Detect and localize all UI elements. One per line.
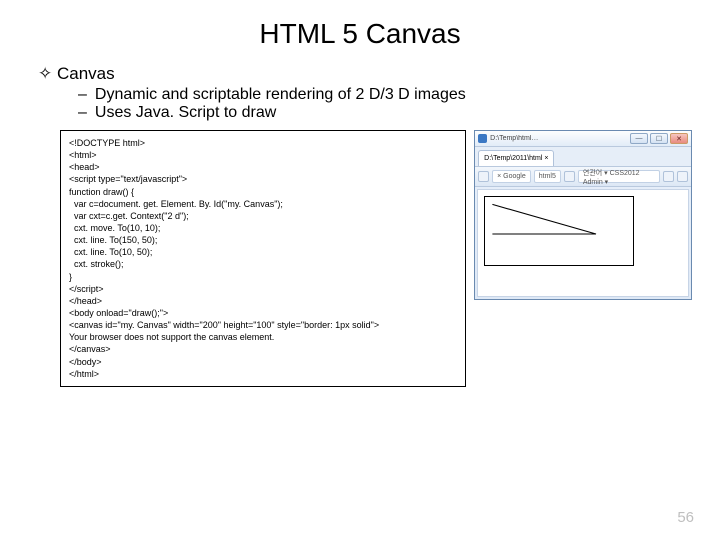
diamond-bullet-icon: ✧ (38, 64, 52, 83)
browser-window: D:\Temp\html… — ☐ ✕ D:\Temp\2011\html × … (474, 130, 692, 300)
browser-titlebar: D:\Temp\html… — ☐ ✕ (475, 131, 691, 147)
canvas-output (484, 196, 634, 266)
browser-title-path: D:\Temp\html… (490, 135, 627, 142)
dash-icon: – (78, 104, 87, 121)
code-snippet: <!DOCTYPE html> <html> <head> <script ty… (60, 130, 466, 387)
window-minimize-button[interactable]: — (630, 133, 648, 144)
slide-title: HTML 5 Canvas (28, 18, 692, 50)
browser-toolbar: × Google html5 연관어 ▾ CSS2012 Admin ▾ (475, 167, 691, 187)
toolbar-chip[interactable]: × Google (492, 170, 531, 183)
toolbar-button[interactable] (478, 171, 489, 182)
sub-text: Dynamic and scriptable rendering of 2 D/… (95, 86, 466, 103)
sub-bullet: –Uses Java. Script to draw (28, 104, 692, 122)
browser-tab[interactable]: D:\Temp\2011\html × (478, 150, 554, 166)
page-number: 56 (677, 509, 694, 526)
section-heading: ✧ Canvas (28, 64, 692, 84)
section-label: Canvas (57, 64, 115, 83)
window-maximize-button[interactable]: ☐ (650, 133, 668, 144)
home-icon[interactable] (663, 171, 674, 182)
browser-logo-icon (478, 134, 487, 143)
window-close-button[interactable]: ✕ (670, 133, 688, 144)
toolbar-chip[interactable]: html5 (534, 170, 561, 183)
wrench-icon[interactable] (677, 171, 688, 182)
toolbar-chip[interactable]: 연관어 ▾ CSS2012 Admin ▾ (578, 170, 660, 183)
sub-bullet: –Dynamic and scriptable rendering of 2 D… (28, 86, 692, 104)
browser-viewport (477, 189, 689, 297)
search-icon[interactable] (564, 171, 575, 182)
dash-icon: – (78, 86, 87, 103)
tab-label: D:\Temp\2011\html × (484, 155, 548, 162)
sub-text: Uses Java. Script to draw (95, 104, 276, 121)
browser-tabstrip: D:\Temp\2011\html × (475, 147, 691, 167)
